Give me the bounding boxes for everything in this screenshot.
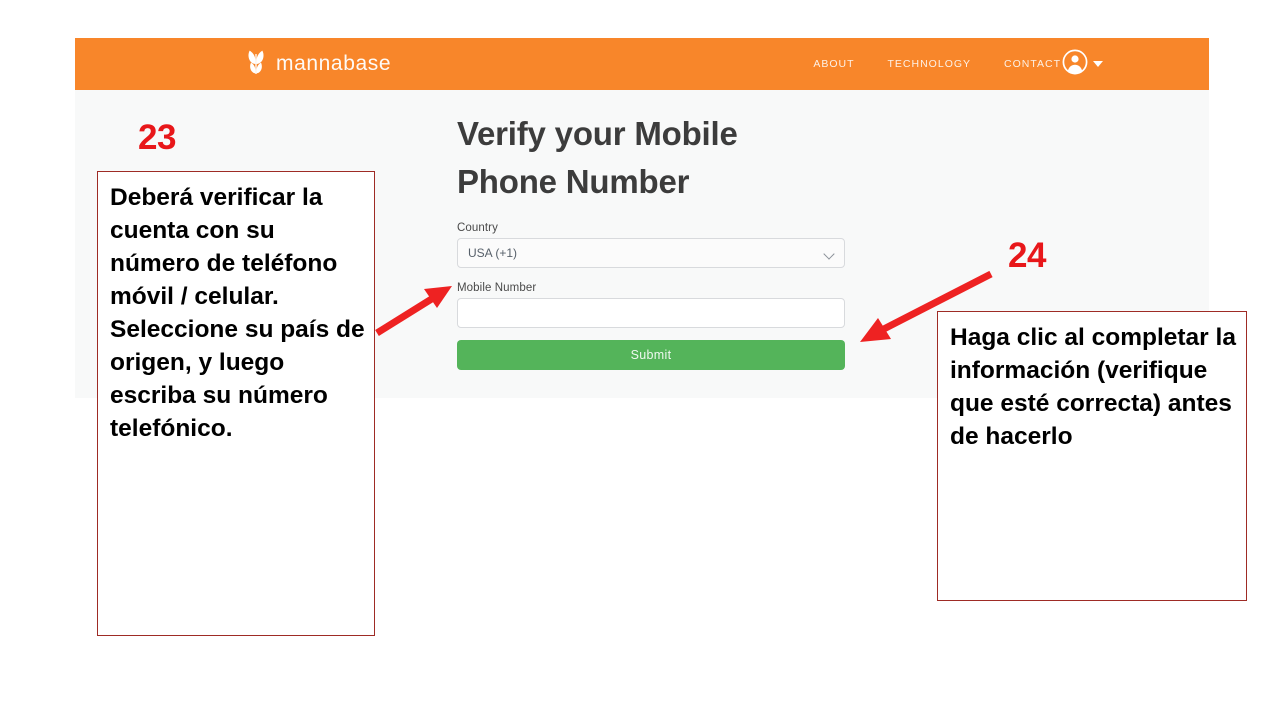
country-select[interactable]: USA (+1) [457,238,845,269]
step-number-23: 23 [138,118,176,157]
callout-box-24: Haga clic al completar la información (v… [937,311,1247,601]
chevron-down-icon [823,248,835,261]
wheat-leaf-logo-icon [245,49,267,80]
site-header: mannabase ABOUT TECHNOLOGY CONTACT [75,38,1209,90]
country-select-value: USA (+1) [468,246,518,261]
brand-logo[interactable]: mannabase [245,38,391,90]
country-label: Country [457,222,498,235]
account-menu[interactable] [1062,38,1103,90]
nav-link-technology[interactable]: TECHNOLOGY [888,58,972,70]
brand-name: mannabase [276,52,392,75]
user-avatar-icon [1062,49,1088,80]
nav-link-contact[interactable]: CONTACT [1004,58,1061,70]
nav-link-about[interactable]: ABOUT [813,58,854,70]
step-number-24: 24 [1008,236,1046,275]
site-nav: ABOUT TECHNOLOGY CONTACT [813,38,1061,90]
caret-down-icon [1093,61,1103,67]
page-title: Verify your Mobile Phone Number [457,115,738,201]
callout-box-23: Deberá verificar la cuenta con su número… [97,171,375,636]
submit-button[interactable]: Submit [457,340,845,371]
mobile-number-input[interactable] [457,298,845,329]
mobile-number-label: Mobile Number [457,282,537,295]
verify-phone-form: Verify your Mobile Phone Number Country … [457,110,847,371]
